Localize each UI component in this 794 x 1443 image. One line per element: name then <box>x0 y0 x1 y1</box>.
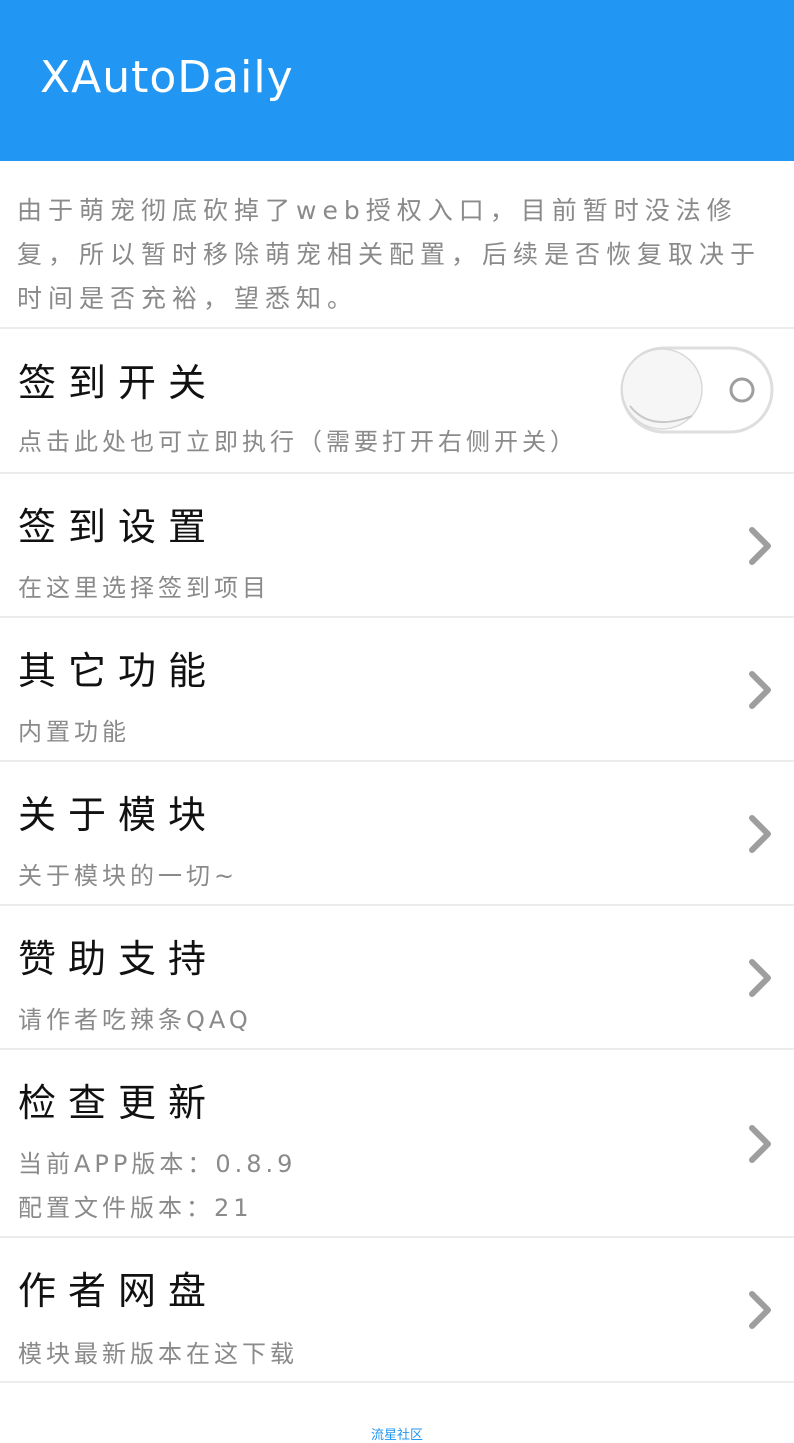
chevron-right-icon <box>749 815 771 853</box>
app-bar: XAutoDaily <box>0 0 794 161</box>
row-sign-switch[interactable]: 签到开关 点击此处也可立即执行（需要打开右侧开关） <box>0 330 794 474</box>
row-title: 作者网盘 <box>18 1269 219 1313</box>
row-title: 签到设置 <box>18 505 219 549</box>
config-version-text: 配置文件版本：21 <box>18 1194 253 1222</box>
row-title: 其它功能 <box>18 649 219 693</box>
row-subtitle: 模块最新版本在这下载 <box>18 1340 298 1368</box>
row-title: 检查更新 <box>18 1081 219 1125</box>
sign-toggle-switch[interactable] <box>620 346 774 434</box>
row-subtitle: 请作者吃辣条QAQ <box>18 1006 252 1034</box>
footer-watermark: 流星社区 <box>370 1428 423 1443</box>
row-subtitle: 点击此处也可立即执行（需要打开右侧开关） <box>18 428 578 456</box>
row-sponsor[interactable]: 赞助支持 请作者吃辣条QAQ <box>0 906 794 1050</box>
chevron-right-icon <box>749 1125 771 1163</box>
row-subtitle: 内置功能 <box>18 718 130 746</box>
chevron-right-icon <box>749 527 771 565</box>
row-subtitle: 关于模块的一切~ <box>18 862 239 890</box>
chevron-right-icon <box>749 959 771 997</box>
row-author-netdisk[interactable]: 作者网盘 模块最新版本在这下载 <box>0 1238 794 1383</box>
row-title: 关于模块 <box>18 793 219 837</box>
row-sign-settings[interactable]: 签到设置 在这里选择签到项目 <box>0 474 794 618</box>
row-check-update[interactable]: 检查更新 当前APP版本：0.8.9 配置文件版本：21 <box>0 1050 794 1238</box>
app-title: XAutoDaily <box>40 52 294 103</box>
chevron-right-icon <box>749 1291 771 1329</box>
app-version-text: 当前APP版本：0.8.9 <box>18 1150 297 1178</box>
notice-text: 由于萌宠彻底砍掉了web授权入口，目前暂时没法修复，所以暂时移除萌宠相关配置，后… <box>0 161 794 329</box>
row-about-module[interactable]: 关于模块 关于模块的一切~ <box>0 762 794 906</box>
row-title: 签到开关 <box>18 361 219 405</box>
row-subtitle: 在这里选择签到项目 <box>18 574 270 602</box>
row-other-functions[interactable]: 其它功能 内置功能 <box>0 618 794 762</box>
chevron-right-icon <box>749 671 771 709</box>
row-title: 赞助支持 <box>18 937 219 981</box>
